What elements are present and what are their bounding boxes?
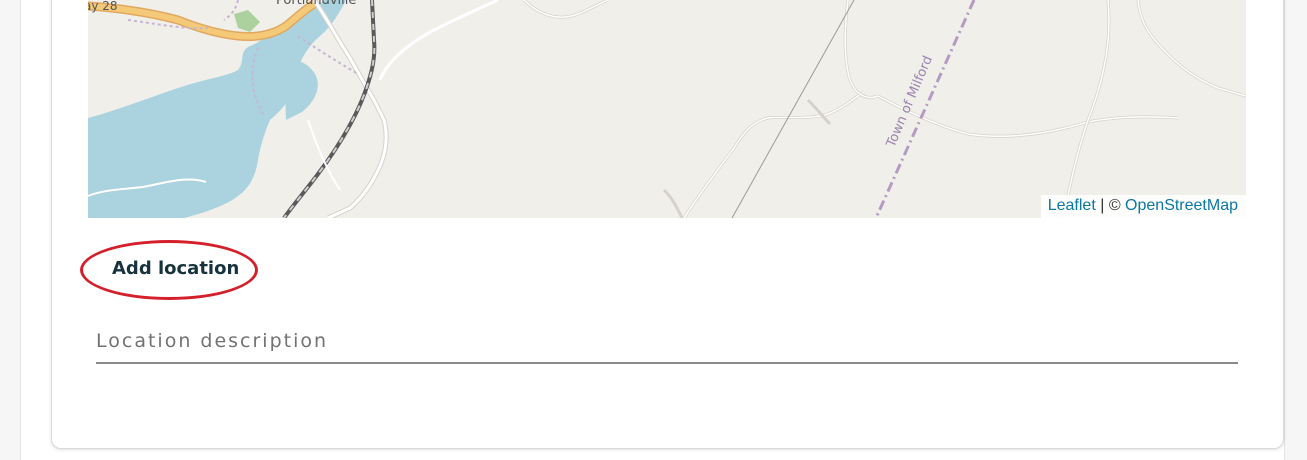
map-tiles: ay 28 Portlandville Town of Milford xyxy=(88,0,1246,218)
openstreetmap-link[interactable]: OpenStreetMap xyxy=(1125,197,1238,214)
map-label-town: Portlandville xyxy=(276,0,356,8)
map-label-highway: ay 28 xyxy=(88,0,118,13)
location-description-field[interactable] xyxy=(96,322,1238,364)
attribution-separator: | © xyxy=(1095,197,1126,214)
add-location-button[interactable]: Add location xyxy=(88,245,253,293)
location-description-input[interactable] xyxy=(96,322,1238,360)
add-location-label: Add location xyxy=(112,258,240,279)
location-map[interactable]: ay 28 Portlandville Town of Milford Leaf… xyxy=(88,0,1246,218)
map-attribution: Leaflet | © OpenStreetMap xyxy=(1040,195,1246,218)
leaflet-link[interactable]: Leaflet xyxy=(1048,197,1096,214)
